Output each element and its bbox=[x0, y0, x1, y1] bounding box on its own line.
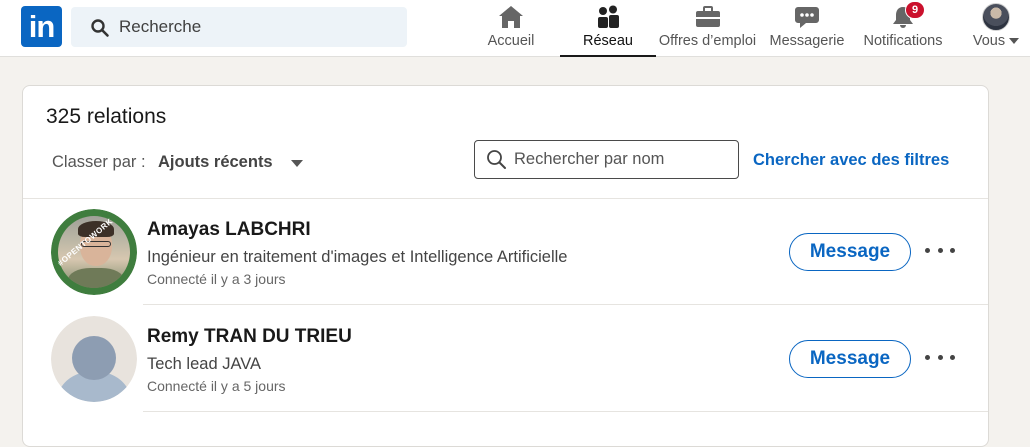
profile-avatar bbox=[982, 3, 1010, 31]
connection-name[interactable]: Remy TRAN DU TRIEU bbox=[147, 326, 352, 348]
linkedin-logo[interactable]: in bbox=[21, 6, 62, 47]
global-search-input[interactable]: Recherche bbox=[71, 7, 407, 47]
nav-me-label-wrap: Vous bbox=[972, 33, 1020, 49]
notifications-badge: 9 bbox=[905, 1, 925, 19]
search-with-filters-link[interactable]: Chercher avec des filtres bbox=[753, 151, 949, 170]
connection-name[interactable]: Amayas LABCHRI bbox=[147, 219, 311, 241]
connection-time: Connecté il y a 3 jours bbox=[147, 271, 286, 287]
search-icon bbox=[487, 150, 506, 169]
messaging-icon bbox=[793, 5, 821, 29]
connections-card: 325 relations Classer par : Ajouts récen… bbox=[22, 85, 989, 447]
nav-network[interactable]: Réseau bbox=[560, 0, 656, 57]
dot bbox=[925, 247, 930, 253]
nav-messaging-label: Messagerie bbox=[769, 33, 845, 49]
dot bbox=[950, 247, 955, 253]
nav-me[interactable]: Vous bbox=[968, 0, 1024, 56]
more-options-icon[interactable] bbox=[925, 346, 955, 368]
connection-headline: Ingénieur en traitement d'images et Inte… bbox=[147, 248, 568, 266]
sort-label: Classer par : bbox=[52, 153, 146, 171]
more-options-icon[interactable] bbox=[925, 239, 955, 261]
connections-search-input[interactable]: Rechercher par nom bbox=[474, 140, 739, 179]
profile-avatar-wrap bbox=[982, 3, 1010, 31]
dot bbox=[937, 354, 943, 360]
chevron-down-icon bbox=[1009, 38, 1020, 45]
divider bbox=[143, 411, 988, 412]
sort-dropdown[interactable]: Ajouts récents bbox=[158, 153, 273, 172]
message-button[interactable]: Message bbox=[789, 233, 911, 271]
nav-notifications[interactable]: 9 Notifications bbox=[858, 0, 948, 56]
nav-messaging[interactable]: Messagerie bbox=[767, 0, 847, 56]
dot bbox=[925, 354, 930, 360]
nav-jobs-label: Offres d’emploi bbox=[658, 33, 757, 49]
dot bbox=[937, 247, 943, 253]
connection-headline: Tech lead JAVA bbox=[147, 355, 262, 373]
home-icon bbox=[497, 5, 525, 29]
avatar-shirt bbox=[68, 268, 124, 288]
top-nav-bar: in Recherche Accueil Réseau Offres d’emp… bbox=[0, 0, 1030, 57]
search-icon bbox=[91, 19, 109, 37]
connection-row: #OPENTOWORK Amayas LABCHRI Ingénieur en … bbox=[23, 199, 988, 305]
search-placeholder: Recherche bbox=[119, 17, 202, 36]
nav-home[interactable]: Accueil bbox=[482, 0, 540, 56]
divider bbox=[143, 304, 988, 305]
message-button[interactable]: Message bbox=[789, 340, 911, 378]
caret-down-icon[interactable] bbox=[291, 160, 303, 167]
nav-network-label: Réseau bbox=[583, 33, 633, 49]
nav-jobs[interactable]: Offres d’emploi bbox=[656, 0, 759, 56]
network-icon bbox=[594, 5, 622, 29]
connections-search-placeholder: Rechercher par nom bbox=[514, 150, 665, 168]
bell-icon: 9 bbox=[889, 1, 925, 29]
avatar[interactable]: #OPENTOWORK bbox=[51, 209, 137, 295]
default-avatar-icon bbox=[51, 316, 137, 402]
briefcase-icon bbox=[694, 5, 722, 29]
connection-time: Connecté il y a 5 jours bbox=[147, 378, 286, 394]
connection-row: Remy TRAN DU TRIEU Tech lead JAVA Connec… bbox=[23, 306, 988, 412]
nav-notifications-label: Notifications bbox=[863, 33, 943, 49]
open-to-work-frame: #OPENTOWORK bbox=[51, 209, 137, 295]
avatar[interactable] bbox=[51, 316, 137, 402]
nav-me-label: Vous bbox=[972, 33, 1006, 49]
dot bbox=[950, 354, 955, 360]
connections-count: 325 relations bbox=[46, 105, 167, 128]
ghost-head bbox=[72, 336, 116, 380]
nav-home-label: Accueil bbox=[487, 33, 535, 49]
